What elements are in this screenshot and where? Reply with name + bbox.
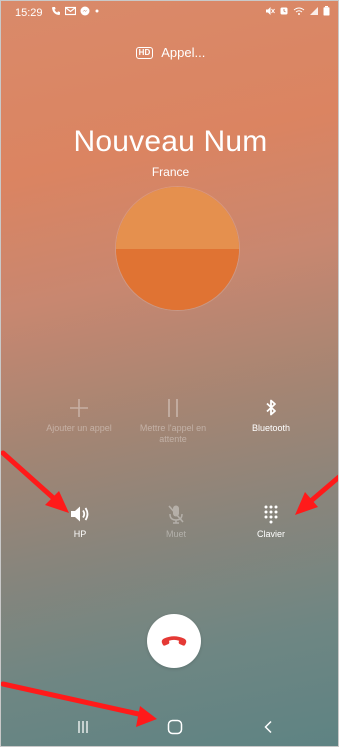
contact-name: Nouveau Num <box>73 125 268 158</box>
hd-badge: HD <box>135 47 154 59</box>
dot-icon <box>95 9 99 13</box>
mail-icon <box>65 6 76 16</box>
bluetooth-button[interactable]: Bluetooth <box>221 397 321 434</box>
pause-icon <box>168 399 178 417</box>
contact-location: France <box>151 165 190 179</box>
messenger-icon <box>80 6 90 16</box>
hold-call-label: Mettre l'appel en attente <box>139 423 207 444</box>
mute-icon <box>266 7 275 15</box>
recent-apps-icon[interactable] <box>77 720 89 734</box>
battery-icon <box>323 6 330 16</box>
call-screen: 15:29 HD Appel... Nouveau Num France Ajou… <box>0 0 339 747</box>
mute-button[interactable]: Muet <box>126 503 226 540</box>
wifi-calling-icon <box>293 7 305 15</box>
signal-icon <box>310 7 318 15</box>
hang-up-icon <box>161 636 187 646</box>
bluetooth-icon <box>266 399 276 416</box>
end-call-button[interactable] <box>147 614 201 668</box>
status-bar: 15:29 <box>1 1 338 25</box>
contact-avatar <box>116 187 239 310</box>
speaker-button[interactable]: HP <box>30 503 130 540</box>
plus-icon <box>70 399 88 417</box>
keypad-button[interactable]: Clavier <box>221 503 321 540</box>
add-call-label: Ajouter un appel <box>46 423 112 433</box>
speaker-label: HP <box>73 529 87 539</box>
hold-call-button[interactable]: Mettre l'appel en attente <box>123 397 223 445</box>
back-icon[interactable] <box>263 720 273 734</box>
status-system-icons <box>265 6 330 16</box>
call-status-text: Appel... <box>161 45 206 60</box>
home-icon[interactable] <box>167 719 183 735</box>
microphone-off-icon <box>168 505 184 524</box>
bluetooth-label: Bluetooth <box>251 423 291 433</box>
keypad-icon <box>264 505 278 524</box>
call-status: HD Appel... <box>1 45 338 60</box>
status-time: 15:29 <box>15 7 43 19</box>
navigation-bar <box>1 707 338 746</box>
mute-label: Muet <box>165 529 186 539</box>
keypad-label: Clavier <box>256 529 285 539</box>
add-call-button[interactable]: Ajouter un appel <box>29 397 129 434</box>
phone-icon <box>52 7 60 15</box>
speaker-icon <box>71 506 89 522</box>
alarm-icon <box>280 7 288 15</box>
status-notification-icons <box>51 6 100 16</box>
